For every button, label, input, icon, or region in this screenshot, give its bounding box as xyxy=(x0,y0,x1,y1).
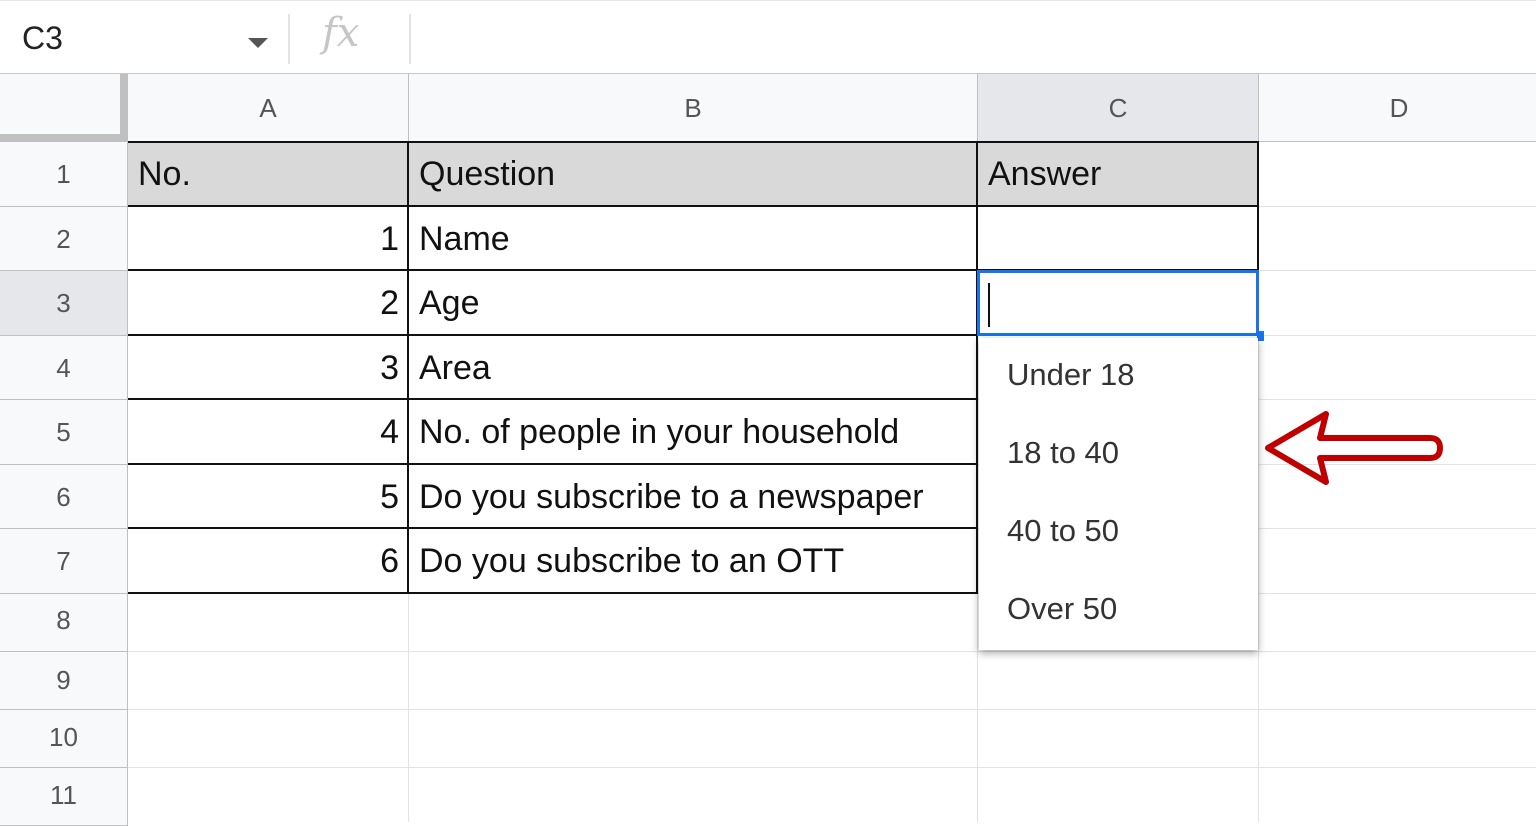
gridline xyxy=(128,651,1536,652)
row-header-7[interactable]: 7 xyxy=(0,529,128,594)
dropdown-option-40-to-50[interactable]: 40 to 50 xyxy=(1007,513,1119,549)
active-cell-c3[interactable] xyxy=(977,270,1259,336)
row-header-3[interactable]: 3 xyxy=(0,271,128,336)
cell-a7[interactable]: 6 xyxy=(128,529,409,594)
cell-a2[interactable]: 1 xyxy=(128,207,409,271)
table-border xyxy=(128,334,978,336)
gridline xyxy=(128,709,1536,710)
column-header-d[interactable]: D xyxy=(1259,74,1536,142)
cell-b3[interactable]: Age xyxy=(409,271,978,336)
formula-input[interactable] xyxy=(420,10,1520,66)
table-border xyxy=(128,527,978,529)
row-header-6[interactable]: 6 xyxy=(0,465,128,529)
dropdown-option-under-18[interactable]: Under 18 xyxy=(1007,357,1135,393)
table-border xyxy=(407,141,409,594)
table-border xyxy=(128,463,978,465)
table-border xyxy=(1257,141,1259,271)
cell-a5[interactable]: 4 xyxy=(128,400,409,465)
row-header-10[interactable]: 10 xyxy=(0,710,128,768)
table-border xyxy=(128,205,1259,207)
row-header-5[interactable]: 5 xyxy=(0,400,128,465)
row-header-4[interactable]: 4 xyxy=(0,336,128,400)
row-header-2[interactable]: 2 xyxy=(0,207,128,271)
cell-c2[interactable] xyxy=(978,207,1259,271)
validation-dropdown: Under 18 18 to 40 40 to 50 Over 50 xyxy=(979,338,1258,650)
row-header-8[interactable]: 8 xyxy=(0,594,128,652)
cell-c1[interactable]: Answer xyxy=(978,142,1259,207)
gridline xyxy=(128,767,1536,768)
cell-b4[interactable]: Area xyxy=(409,336,978,400)
row-header-1[interactable]: 1 xyxy=(0,142,128,207)
fx-icon: fx xyxy=(322,10,360,56)
cell-b1[interactable]: Question xyxy=(409,142,978,207)
table-border xyxy=(976,141,978,594)
table-border xyxy=(128,592,978,594)
cell-b5[interactable]: No. of people in your household xyxy=(409,400,978,465)
column-header-c[interactable]: C xyxy=(978,74,1259,142)
column-header-a[interactable]: A xyxy=(128,74,409,142)
fill-handle[interactable] xyxy=(1257,331,1264,341)
cell-b7[interactable]: Do you subscribe to an OTT xyxy=(409,529,978,594)
arrow-left-icon xyxy=(1265,411,1443,485)
dropdown-option-18-to-40[interactable]: 18 to 40 xyxy=(1007,435,1119,471)
cell-a6[interactable]: 5 xyxy=(128,465,409,529)
cell-a3[interactable]: 2 xyxy=(128,271,409,336)
formula-separator xyxy=(288,14,290,64)
text-cursor xyxy=(988,283,990,327)
dropdown-option-over-50[interactable]: Over 50 xyxy=(1007,591,1117,627)
chevron-down-icon[interactable] xyxy=(248,38,268,48)
cell-b6[interactable]: Do you subscribe to a newspaper xyxy=(409,465,978,529)
cell-a1[interactable]: No. xyxy=(128,142,409,207)
cell-b2[interactable]: Name xyxy=(409,207,978,271)
row-header-9[interactable]: 9 xyxy=(0,652,128,710)
formula-separator xyxy=(409,14,411,64)
select-all-corner[interactable] xyxy=(0,74,128,142)
table-border xyxy=(128,398,978,400)
column-header-b[interactable]: B xyxy=(409,74,978,142)
name-box[interactable]: C3 xyxy=(22,20,63,57)
row-header-11[interactable]: 11 xyxy=(0,768,128,826)
table-border xyxy=(128,141,1259,143)
cell-a4[interactable]: 3 xyxy=(128,336,409,400)
